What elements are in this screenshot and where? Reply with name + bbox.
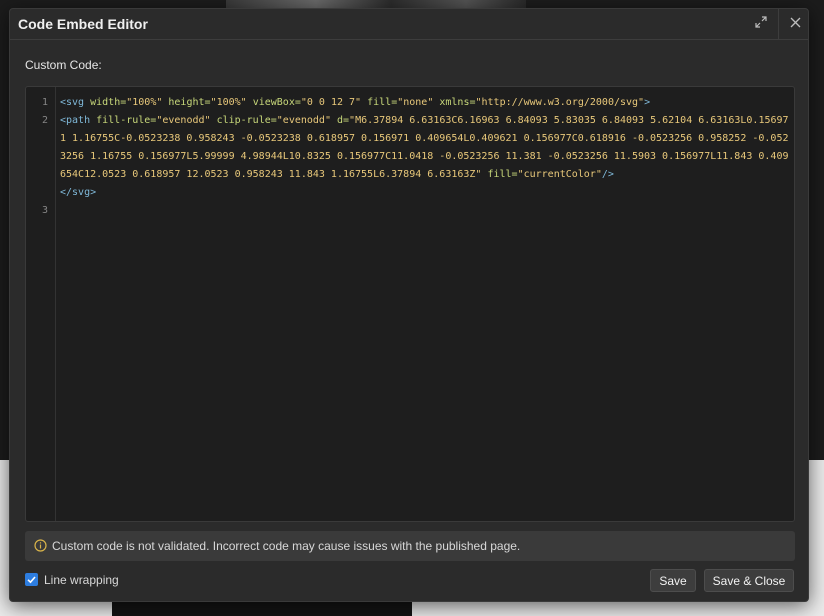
code-token: "0 0 12 7" — [300, 97, 368, 108]
notice-text: Custom code is not validated. Incorrect … — [52, 539, 521, 553]
code-editor[interactable]: 1 2 3 <svg width="100%" height="100%" vi… — [25, 86, 795, 522]
code-token: <svg — [60, 97, 91, 108]
code-token: fill= — [487, 169, 518, 180]
code-token: "none" — [397, 97, 440, 108]
code-token: "evenodd" — [156, 115, 217, 126]
close-icon — [790, 15, 801, 33]
line-wrapping-label: Line wrapping — [44, 573, 119, 587]
line-number: 3 — [41, 205, 48, 216]
line-wrapping-checkbox[interactable] — [25, 573, 38, 586]
code-token: "100%" — [210, 97, 253, 108]
code-token: <path — [60, 115, 97, 126]
line-number: 1 — [41, 97, 48, 108]
code-token: viewBox= — [252, 97, 301, 108]
code-token: xmlns= — [439, 97, 476, 108]
code-token: </svg> — [60, 187, 97, 198]
code-embed-editor-dialog: Code Embed Editor Custom Code: 1 2 3 <sv… — [9, 8, 809, 602]
code-token: "100%" — [126, 97, 169, 108]
code-token: d= — [337, 115, 350, 126]
code-token: "evenodd" — [276, 115, 337, 126]
expand-button[interactable] — [745, 9, 777, 39]
info-icon — [34, 539, 47, 557]
dialog-header: Code Embed Editor — [10, 9, 808, 40]
save-and-close-button[interactable]: Save & Close — [704, 569, 794, 592]
dialog-title: Code Embed Editor — [18, 16, 148, 32]
line-number: 2 — [41, 115, 48, 126]
code-token: fill-rule= — [96, 115, 157, 126]
code-token: clip-rule= — [216, 115, 277, 126]
code-token: width= — [90, 97, 127, 108]
code-token: /> — [601, 169, 614, 180]
code-token: "http://www.w3.org/2000/svg" — [475, 97, 645, 108]
code-token: "currentColor" — [517, 169, 602, 180]
custom-code-label: Custom Code: — [25, 58, 102, 72]
checkmark-icon — [27, 576, 36, 584]
code-token: height= — [168, 97, 211, 108]
code-line: </svg> — [60, 184, 790, 202]
code-line: <svg width="100%" height="100%" viewBox=… — [60, 94, 790, 112]
code-content[interactable]: <svg width="100%" height="100%" viewBox=… — [60, 94, 790, 202]
line-number-gutter: 1 2 3 — [26, 87, 56, 521]
close-button[interactable] — [778, 9, 811, 39]
expand-icon — [755, 15, 767, 33]
code-token: > — [644, 97, 651, 108]
save-button[interactable]: Save — [650, 569, 696, 592]
validation-notice: Custom code is not validated. Incorrect … — [25, 531, 795, 561]
code-token: fill= — [367, 97, 398, 108]
code-line: <path fill-rule="evenodd" clip-rule="eve… — [60, 112, 790, 184]
